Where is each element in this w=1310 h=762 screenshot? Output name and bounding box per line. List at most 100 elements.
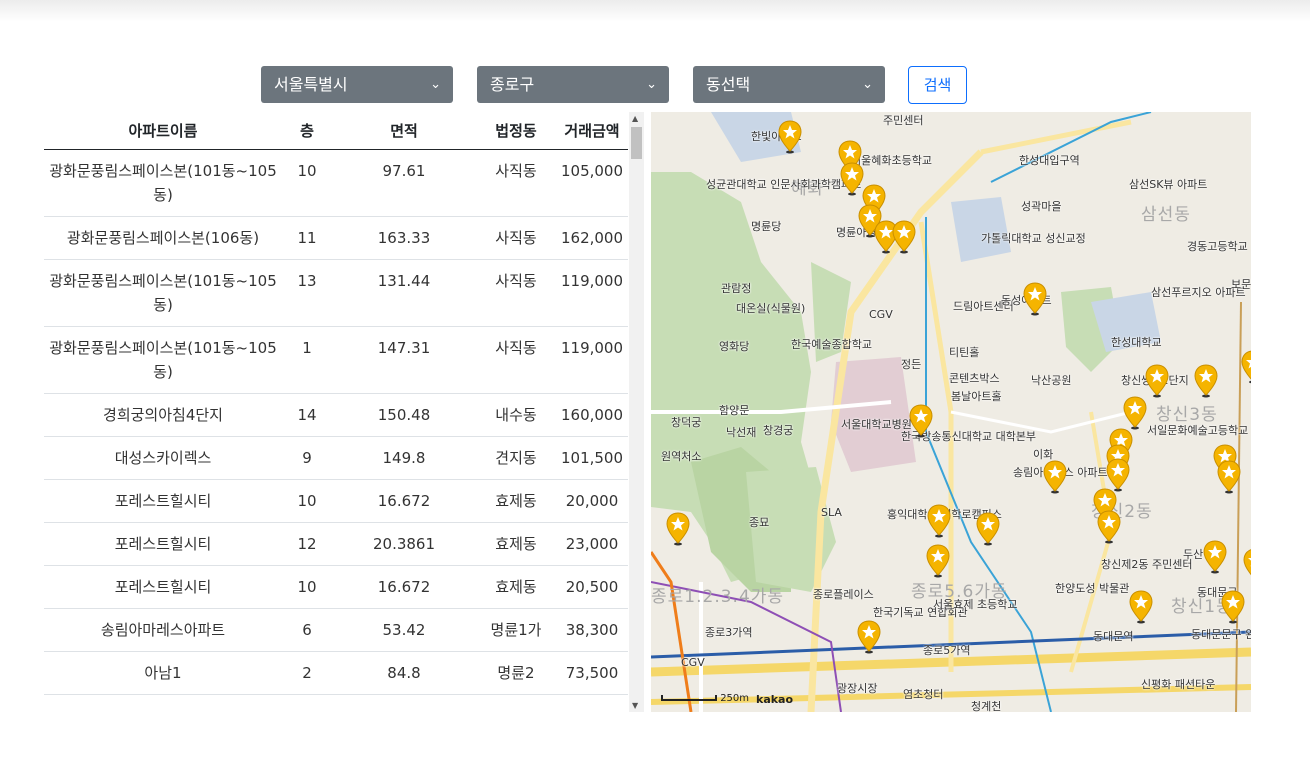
cell-name: 아남1 [44, 651, 282, 695]
scroll-up-icon[interactable]: ▲ [632, 114, 638, 123]
dong-select[interactable]: 동선택 ⌄ [693, 66, 885, 103]
cell-dong: 사직동 [476, 149, 556, 217]
cell-price: 23,000 [556, 522, 628, 566]
map-label: 종로5가역 [923, 644, 971, 657]
table-row[interactable]: 경희궁의아침4단지 14 150.48 내수동 160,000 [44, 393, 628, 437]
road [980, 119, 1132, 155]
cell-name: 대성스카이렉스 [44, 436, 282, 480]
cell-dong: 효제동 [476, 565, 556, 609]
map-label: 종로3가역 [705, 626, 753, 639]
map-label: 주민센터 [883, 114, 924, 127]
table-row[interactable]: 포레스트힐시티 10 16.672 효제동 20,000 [44, 479, 628, 523]
map-label: 종묘 [749, 516, 770, 529]
filter-bar: 서울특별시 ⌄ 종로구 ⌄ 동선택 ⌄ 검색 [0, 66, 1310, 104]
cell-price: 160,000 [556, 393, 628, 437]
table-row[interactable]: 광화문풍림스페이스본(101동~105동) 10 97.61 사직동 105,000 [44, 149, 628, 217]
cell-dong: 견지동 [476, 436, 556, 480]
cell-floor: 13 [282, 259, 332, 327]
cell-area: 53.42 [332, 608, 476, 652]
apartment-marker-icon[interactable] [1123, 396, 1147, 430]
apartment-marker-icon[interactable] [1243, 548, 1251, 582]
cell-area: 149.8 [332, 436, 476, 480]
apartment-table-container[interactable]: 아파트이름 층 면적 법정동 거래금액 광화문풍림스페이스본(101동~105동… [44, 112, 644, 712]
apartment-marker-icon[interactable] [1241, 350, 1251, 384]
map-label: 명륜당 [751, 220, 782, 233]
apartment-marker-icon[interactable] [926, 544, 950, 578]
apartment-marker-icon[interactable] [909, 404, 933, 438]
map-label: 광장시장 [837, 682, 878, 695]
city-select-value: 서울특별시 [274, 75, 348, 94]
search-button[interactable]: 검색 [908, 66, 967, 104]
cell-area: 150.48 [332, 393, 476, 437]
header-area[interactable]: 면적 [332, 112, 476, 150]
cell-area: 97.61 [332, 149, 476, 217]
table-row[interactable]: 송림아마레스아파트 6 53.42 명륜1가 38,300 [44, 608, 628, 652]
apartment-marker-icon[interactable] [1097, 510, 1121, 544]
apartment-marker-icon[interactable] [1043, 460, 1067, 494]
apartment-marker-icon[interactable] [857, 620, 881, 654]
cell-area: 163.33 [332, 216, 476, 260]
header-floor[interactable]: 층 [282, 112, 332, 150]
header-name[interactable]: 아파트이름 [44, 112, 282, 150]
district-select-value: 종로구 [490, 75, 535, 94]
table-row[interactable]: 광화문풍림스페이스본(101동~105동) 1 147.31 사직동 119,000 [44, 326, 628, 394]
map-label: 동대문역 [1093, 630, 1134, 643]
district-select[interactable]: 종로구 ⌄ [477, 66, 669, 103]
table-row[interactable]: 포레스트힐시티 10 16.672 효제동 20,500 [44, 565, 628, 609]
apartment-marker-icon[interactable] [778, 120, 802, 154]
cell-area: 147.31 [332, 326, 476, 394]
cell-dong: 사직동 [476, 326, 556, 394]
cell-price: 73,500 [556, 651, 628, 695]
scroll-down-icon[interactable]: ▼ [632, 701, 638, 710]
map-label: 신평화 패션타운 [1141, 678, 1216, 691]
apartment-marker-icon[interactable] [1221, 590, 1245, 624]
map-label: 성균관대학교 인문사회과학캠퍼스 [706, 178, 862, 191]
cell-name: 경희궁의아침4단지 [44, 393, 282, 437]
map-label: 봄날아트홀 [951, 390, 1002, 403]
table-row[interactable]: 광화문풍림스페이스본(106동) 11 163.33 사직동 162,000 [44, 216, 628, 260]
scale-bar [661, 695, 717, 701]
apartment-marker-icon[interactable] [927, 504, 951, 538]
map-label: 낙선재 [726, 426, 757, 439]
map-label: 한성대입구역 [1019, 154, 1080, 167]
apartment-marker-icon[interactable] [840, 162, 864, 196]
apartment-marker-icon[interactable] [1194, 364, 1218, 398]
cell-price: 119,000 [556, 259, 628, 327]
map-view[interactable]: 혜화 삼선동 창신3동 창신2동 종로5.6가동 창신1동 종로1.2.3.4가… [651, 112, 1251, 712]
city-select[interactable]: 서울특별시 ⌄ [261, 66, 453, 103]
apartment-marker-icon[interactable] [666, 512, 690, 546]
subway-line [651, 551, 693, 712]
table-scrollbar[interactable]: ▲ ▼ [629, 112, 644, 712]
apartment-table: 아파트이름 층 면적 법정동 거래금액 광화문풍림스페이스본(101동~105동… [44, 112, 628, 695]
apartment-marker-icon[interactable] [892, 220, 916, 254]
map-label: 정든 [901, 358, 922, 371]
table-row[interactable]: 포레스트힐시티 12 20.3861 효제동 23,000 [44, 522, 628, 566]
apartment-marker-icon[interactable] [1145, 364, 1169, 398]
map-label: 티틴홀 [949, 346, 980, 359]
cell-floor: 9 [282, 436, 332, 480]
apartment-marker-icon[interactable] [1023, 282, 1047, 316]
map-label: 창덕궁 [671, 416, 702, 429]
cell-area: 16.672 [332, 565, 476, 609]
cell-price: 119,000 [556, 326, 628, 394]
scrollbar-thumb[interactable] [631, 127, 642, 159]
cell-name: 광화문풍림스페이스본(101동~105동) [44, 259, 282, 327]
apartment-marker-icon[interactable] [1217, 460, 1241, 494]
map-label: 함양문 [719, 404, 750, 417]
cell-floor: 11 [282, 216, 332, 260]
header-price[interactable]: 거래금액 [556, 112, 628, 150]
apartment-marker-icon[interactable] [1203, 540, 1227, 574]
cell-area: 84.8 [332, 651, 476, 695]
table-row[interactable]: 대성스카이렉스 9 149.8 견지동 101,500 [44, 436, 628, 480]
table-header-row: 아파트이름 층 면적 법정동 거래금액 [44, 112, 628, 150]
apartment-marker-icon[interactable] [976, 512, 1000, 546]
table-row[interactable]: 광화문풍림스페이스본(101동~105동) 13 131.44 사직동 119,000 [44, 259, 628, 327]
map-label: 서일문화예술고등학교 [1147, 424, 1249, 437]
table-row[interactable]: 아남1 2 84.8 명륜2 73,500 [44, 651, 628, 695]
apartment-marker-icon[interactable] [1106, 458, 1130, 492]
apartment-marker-icon[interactable] [1129, 590, 1153, 624]
cell-dong: 사직동 [476, 216, 556, 260]
header-dong[interactable]: 법정동 [476, 112, 556, 150]
map-label: 한양도성 박물관 [1055, 582, 1130, 595]
cell-name: 광화문풍림스페이스본(101동~105동) [44, 149, 282, 217]
